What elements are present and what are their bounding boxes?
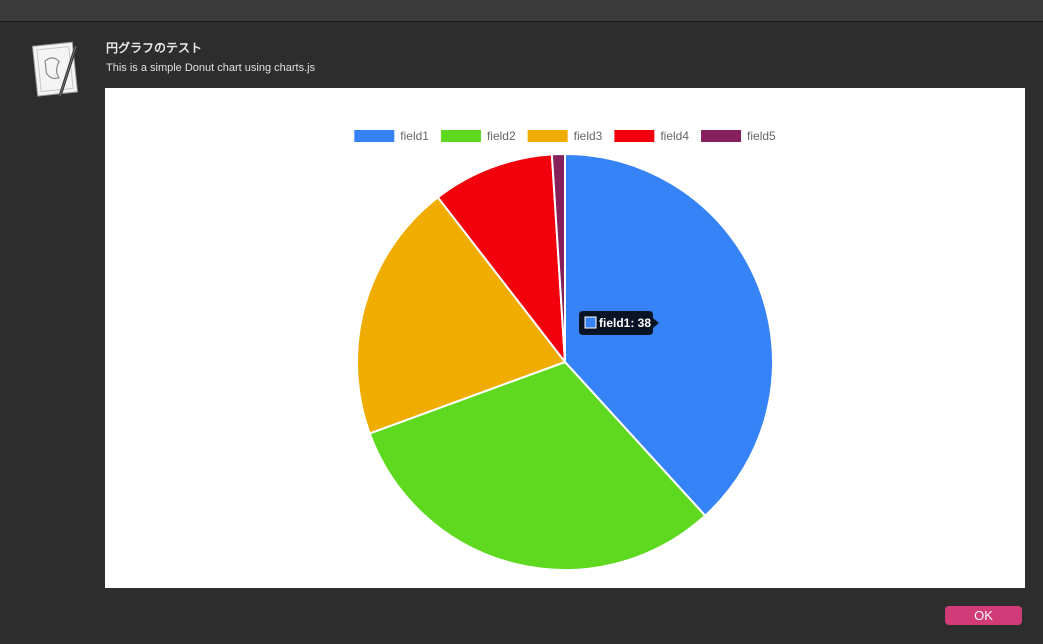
legend-item-field4[interactable]: field4 [614, 129, 689, 143]
tooltip-label: field1: 38 [599, 316, 651, 330]
legend-swatch [440, 130, 481, 142]
legend-item-field2[interactable]: field2 [440, 129, 516, 143]
legend-label: field2 [487, 129, 516, 143]
chart-tooltip: field1: 38 [579, 311, 659, 335]
legend-item-field3[interactable]: field3 [527, 129, 603, 143]
legend-swatch [614, 130, 655, 142]
legend-swatch [527, 130, 568, 142]
legend-swatch [354, 130, 395, 142]
window-titlebar [0, 0, 1043, 22]
dialog-title: 円グラフのテスト [106, 41, 203, 55]
legend-label: field1 [400, 129, 429, 143]
ok-button[interactable]: OK [945, 606, 1022, 625]
tooltip-swatch [584, 316, 597, 329]
chart-panel: field1 field2 field3 field4 field5 field1: 38 [105, 88, 1025, 588]
legend-item-field1[interactable]: field1 [354, 129, 429, 143]
legend-label: field3 [574, 129, 603, 143]
legend-label: field4 [660, 129, 689, 143]
legend-label: field5 [747, 129, 776, 143]
legend-swatch [701, 130, 742, 142]
dialog-subtitle: This is a simple Donut chart using chart… [106, 62, 316, 74]
legend-item-field5[interactable]: field5 [701, 129, 776, 143]
script-editor-icon [30, 38, 82, 100]
pie-chart: field1 field2 field3 field4 field5 field1: 38 [354, 129, 776, 571]
